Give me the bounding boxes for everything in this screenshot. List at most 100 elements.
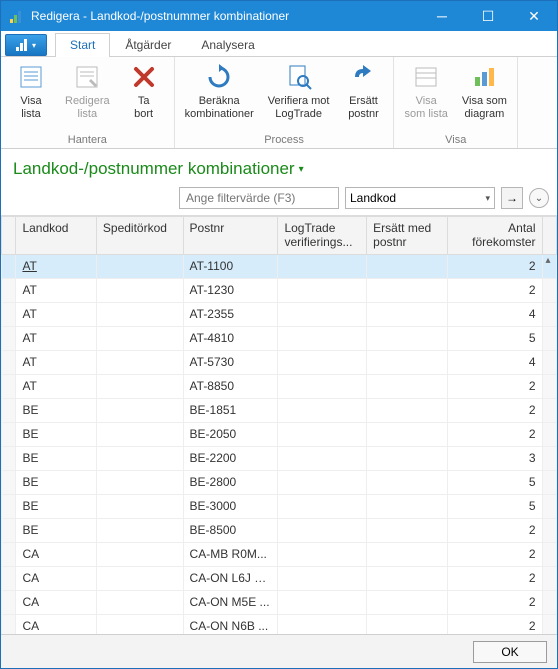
- cell-antal[interactable]: 2: [447, 398, 542, 422]
- redigera-lista-button[interactable]: Redigera lista: [61, 59, 114, 122]
- cell-logtrade[interactable]: [278, 470, 367, 494]
- col-speditorkod[interactable]: Speditörkod: [96, 217, 183, 255]
- cell-logtrade[interactable]: [278, 614, 367, 634]
- cell-logtrade[interactable]: [278, 566, 367, 590]
- maximize-button[interactable]: ☐: [465, 1, 511, 31]
- filter-go-button[interactable]: →: [501, 187, 523, 209]
- row-handle[interactable]: [2, 302, 16, 326]
- table-row[interactable]: BEBE-20502: [2, 422, 557, 446]
- col-postnr[interactable]: Postnr: [183, 217, 278, 255]
- cell-postnr[interactable]: AT-1230: [183, 278, 278, 302]
- cell-landkod[interactable]: BE: [16, 470, 96, 494]
- cell-logtrade[interactable]: [278, 326, 367, 350]
- cell-ersatt[interactable]: [367, 302, 447, 326]
- cell-ersatt[interactable]: [367, 470, 447, 494]
- cell-logtrade[interactable]: [278, 446, 367, 470]
- table-row[interactable]: CACA-MB R0M...2: [2, 542, 557, 566]
- table-row[interactable]: BEBE-22003: [2, 446, 557, 470]
- table-row[interactable]: BEBE-18512: [2, 398, 557, 422]
- cell-postnr[interactable]: AT-2355: [183, 302, 278, 326]
- filter-input[interactable]: [179, 187, 339, 209]
- cell-logtrade[interactable]: [278, 302, 367, 326]
- cell-speditorkod[interactable]: [96, 350, 183, 374]
- cell-landkod[interactable]: BE: [16, 494, 96, 518]
- table-row[interactable]: ATAT-48105: [2, 326, 557, 350]
- table-row[interactable]: AT AT-1230 2: [2, 278, 557, 302]
- cell-logtrade[interactable]: [278, 494, 367, 518]
- table-row[interactable]: ATAT-88502: [2, 374, 557, 398]
- cell-ersatt[interactable]: [367, 350, 447, 374]
- cell-antal[interactable]: 5: [447, 470, 542, 494]
- cell-antal[interactable]: 2: [447, 542, 542, 566]
- row-handle[interactable]: [2, 398, 16, 422]
- cell-landkod[interactable]: CA: [16, 566, 96, 590]
- cell-ersatt[interactable]: [367, 614, 447, 634]
- col-landkod[interactable]: Landkod: [16, 217, 96, 255]
- cell-landkod[interactable]: AT: [16, 278, 96, 302]
- cell-landkod[interactable]: AT: [16, 374, 96, 398]
- row-handle[interactable]: [2, 470, 16, 494]
- cell-speditorkod[interactable]: [96, 374, 183, 398]
- berakna-button[interactable]: Beräkna kombinationer: [181, 59, 258, 122]
- cell-ersatt[interactable]: [367, 590, 447, 614]
- cell-speditorkod[interactable]: [96, 470, 183, 494]
- row-handle[interactable]: [2, 350, 16, 374]
- cell-logtrade[interactable]: [278, 518, 367, 542]
- cell-landkod[interactable]: BE: [16, 518, 96, 542]
- cell-postnr[interactable]: BE-3000: [183, 494, 278, 518]
- col-logtrade[interactable]: LogTrade verifierings...: [278, 217, 367, 255]
- cell-landkod[interactable]: AT: [16, 326, 96, 350]
- row-handle[interactable]: [2, 446, 16, 470]
- row-handle[interactable]: [2, 614, 16, 634]
- table-row[interactable]: CACA-ON L6J 3J32: [2, 566, 557, 590]
- cell-speditorkod[interactable]: [96, 590, 183, 614]
- cell-antal[interactable]: 2: [447, 278, 542, 302]
- cell-landkod[interactable]: AT: [16, 254, 96, 278]
- table-row[interactable]: ATAT-23554: [2, 302, 557, 326]
- row-handle[interactable]: [2, 254, 16, 278]
- tab-analyze[interactable]: Analysera: [186, 33, 269, 57]
- table-row[interactable]: BEBE-85002: [2, 518, 557, 542]
- cell-speditorkod[interactable]: [96, 302, 183, 326]
- page-title[interactable]: Landkod-/postnummer kombinationer ▾: [1, 149, 557, 187]
- cell-antal[interactable]: 2: [447, 254, 542, 278]
- table-row[interactable]: BEBE-28005: [2, 470, 557, 494]
- expand-button[interactable]: ⌄: [529, 188, 549, 208]
- cell-logtrade[interactable]: [278, 254, 367, 278]
- cell-logtrade[interactable]: [278, 590, 367, 614]
- cell-ersatt[interactable]: [367, 254, 447, 278]
- tab-actions[interactable]: Åtgärder: [110, 33, 186, 57]
- row-handle[interactable]: [2, 422, 16, 446]
- cell-ersatt[interactable]: [367, 326, 447, 350]
- visa-som-lista-button[interactable]: Visa som lista: [400, 59, 451, 122]
- ok-button[interactable]: OK: [473, 641, 547, 663]
- row-handle[interactable]: [2, 542, 16, 566]
- cell-antal[interactable]: 2: [447, 614, 542, 634]
- cell-ersatt[interactable]: [367, 398, 447, 422]
- cell-ersatt[interactable]: [367, 518, 447, 542]
- cell-speditorkod[interactable]: [96, 494, 183, 518]
- ersatt-button[interactable]: Ersätt postnr: [339, 59, 387, 122]
- cell-landkod[interactable]: AT: [16, 302, 96, 326]
- cell-antal[interactable]: 5: [447, 326, 542, 350]
- cell-antal[interactable]: 3: [447, 446, 542, 470]
- cell-landkod[interactable]: BE: [16, 398, 96, 422]
- filter-field-combo[interactable]: Landkod ▾: [345, 187, 495, 209]
- table-row[interactable]: CACA-ON N6B ...2: [2, 614, 557, 634]
- cell-postnr[interactable]: AT-8850: [183, 374, 278, 398]
- cell-landkod[interactable]: CA: [16, 542, 96, 566]
- cell-speditorkod[interactable]: [96, 518, 183, 542]
- cell-ersatt[interactable]: [367, 542, 447, 566]
- row-handle[interactable]: [2, 518, 16, 542]
- close-button[interactable]: ✕: [511, 1, 557, 31]
- cell-logtrade[interactable]: [278, 350, 367, 374]
- minimize-button[interactable]: ─: [419, 1, 465, 31]
- cell-landkod[interactable]: CA: [16, 614, 96, 634]
- row-handle[interactable]: [2, 566, 16, 590]
- cell-logtrade[interactable]: [278, 422, 367, 446]
- cell-postnr[interactable]: BE-2200: [183, 446, 278, 470]
- table-row[interactable]: ATAT-57304: [2, 350, 557, 374]
- row-handle[interactable]: [2, 590, 16, 614]
- row-handle[interactable]: [2, 494, 16, 518]
- table-row[interactable]: BEBE-30005: [2, 494, 557, 518]
